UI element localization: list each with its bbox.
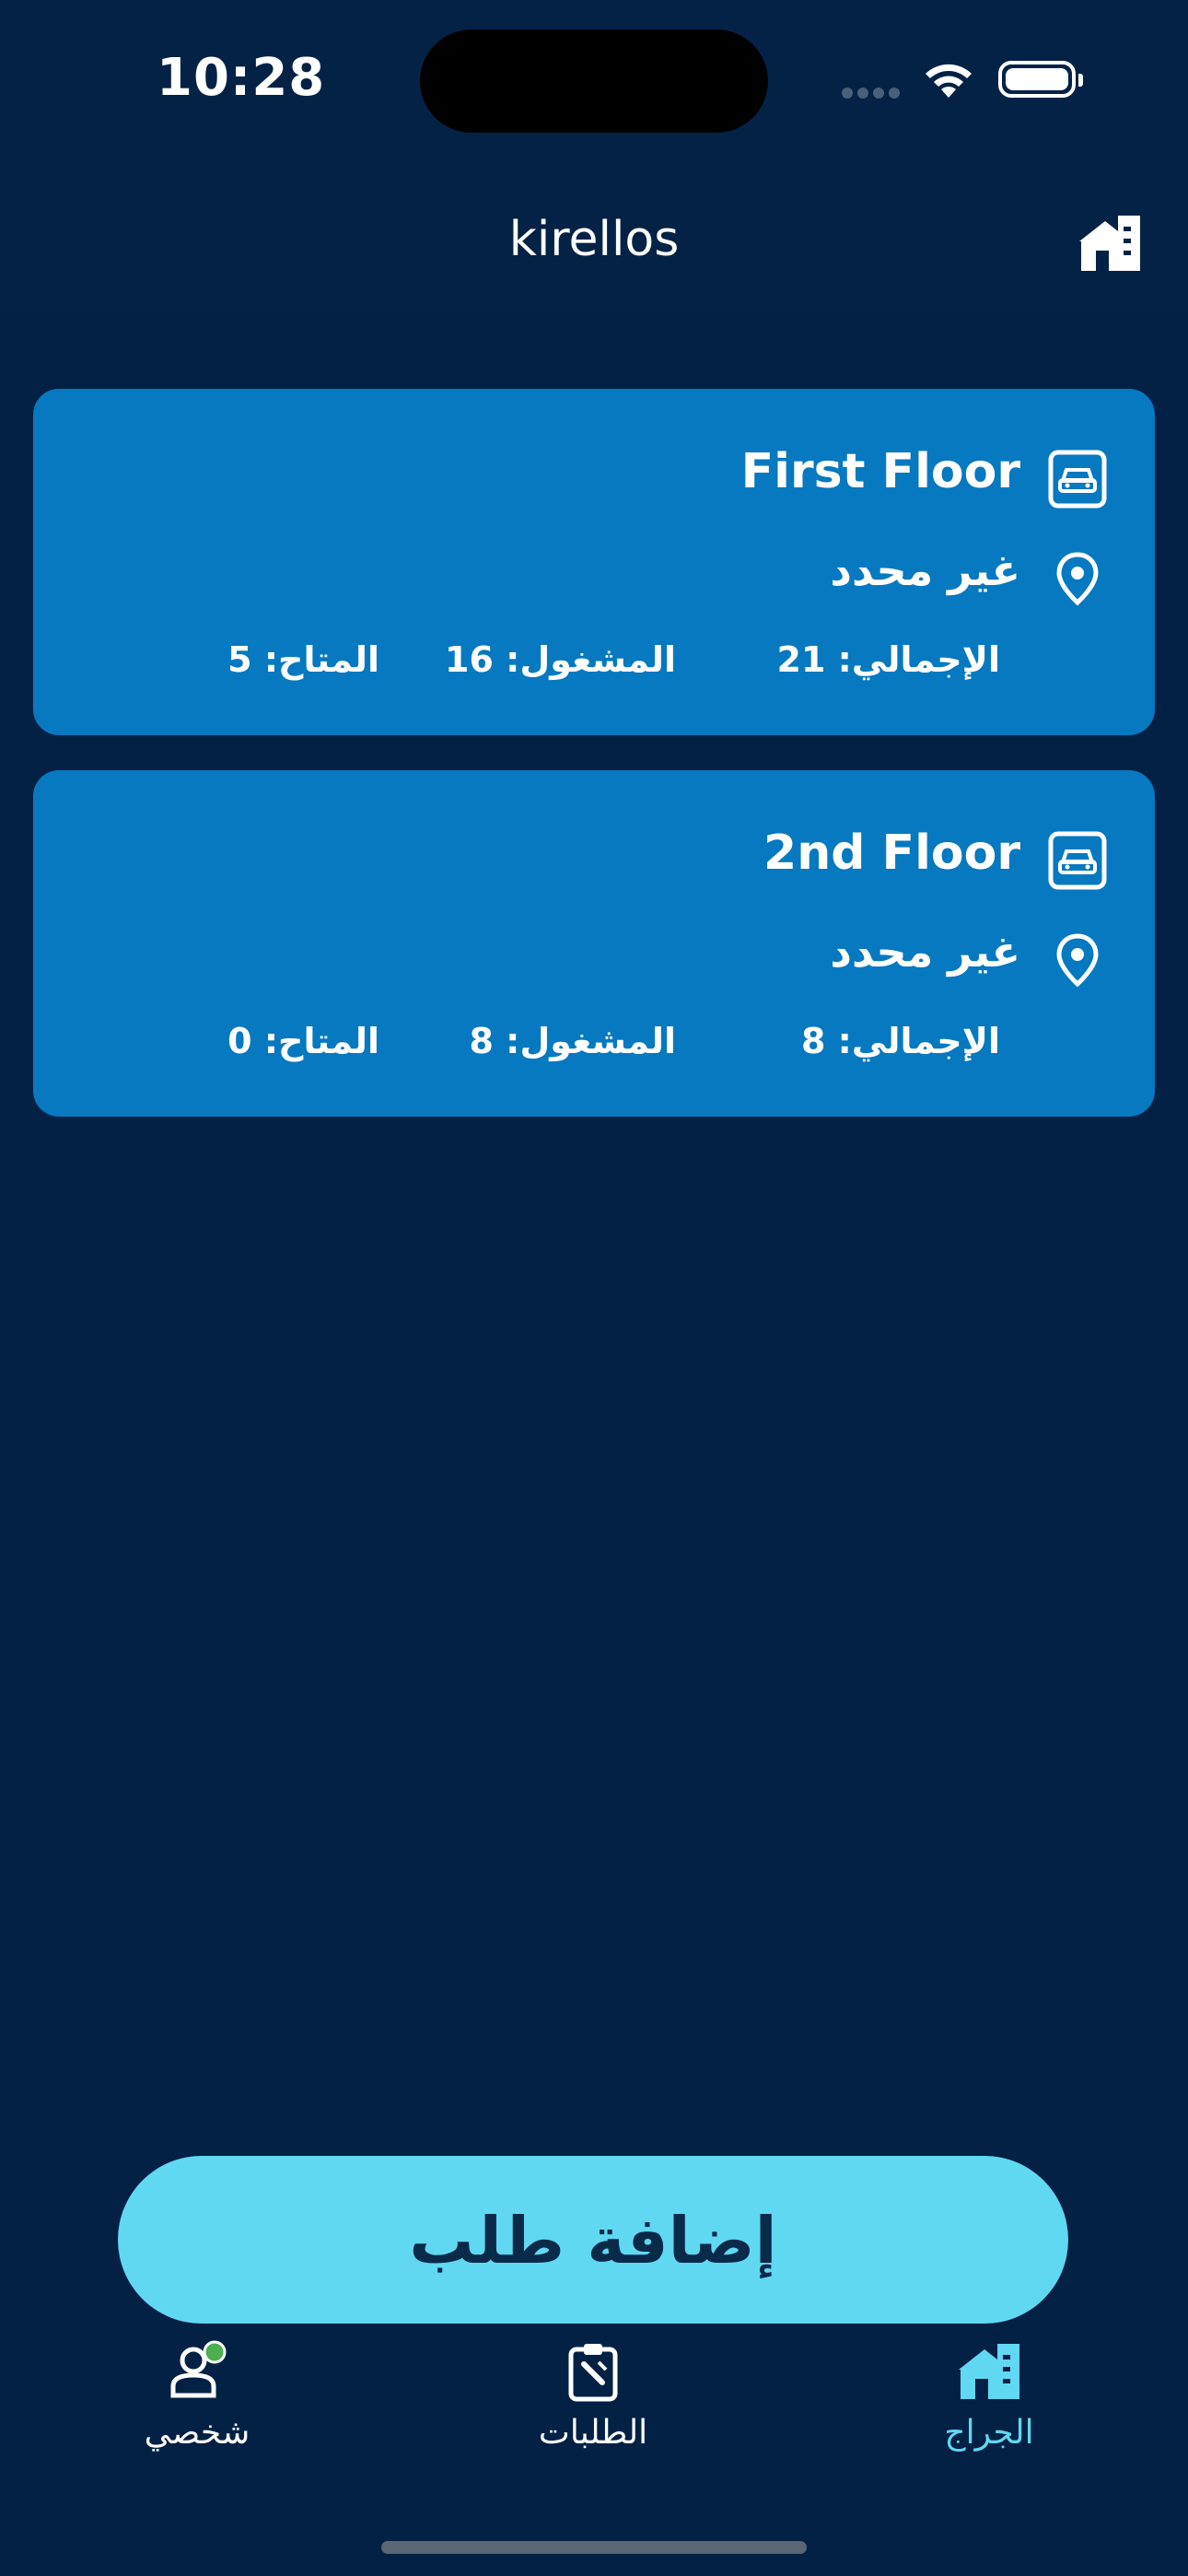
floor-name: First Floor [740,444,1020,499]
floor-stats: الإجمالي: 21 المشغول: 16 المتاح: 5 [33,639,1155,695]
garage-home-icon[interactable] [1077,214,1142,273]
status-time: 10:28 [157,48,326,108]
stat-available: المتاح: 0 [227,1021,379,1061]
floor-location: غير محدد [830,927,1020,977]
wifi-icon [926,64,972,98]
user-icon [170,2340,227,2398]
nav-label-garage: الجراج [944,2414,1034,2452]
status-bar: 10:28 [0,0,1188,166]
app-header: kirellos [0,166,1188,313]
garage-icon [1048,450,1107,509]
bottom-nav: شخصي الطلبات الجراج [0,2340,1188,2488]
stat-total: الإجمالي: 8 [800,1021,1000,1061]
stat-occupied: المشغول: 16 [445,639,676,680]
location-pin-icon [1056,933,1099,988]
stat-occupied: المشغول: 8 [469,1021,676,1061]
floor-stats: الإجمالي: 8 المشغول: 8 المتاح: 0 [33,1021,1155,1076]
add-request-button[interactable]: إضافة طلب [118,2156,1068,2324]
floor-card[interactable]: First Floor غير محدد الإجمالي: 21 المشغو… [33,389,1155,735]
location-pin-icon [1056,552,1099,606]
floor-card[interactable]: 2nd Floor غير محدد الإجمالي: 8 المشغول: … [33,770,1155,1117]
stat-total: الإجمالي: 21 [776,639,1000,680]
dynamic-island [420,29,768,133]
home-indicator[interactable] [381,2541,807,2554]
floor-location: غير محدد [830,545,1020,595]
nav-label-requests: الطلبات [538,2414,648,2452]
page-title: kirellos [508,212,680,267]
nav-item-profile[interactable]: شخصي [77,2340,317,2452]
floor-name: 2nd Floor [763,825,1020,881]
battery-icon [998,61,1083,98]
stat-available: المتاح: 5 [227,639,379,680]
nav-item-garage[interactable]: الجراج [869,2340,1109,2452]
cellular-signal-icon [842,85,906,99]
nav-item-requests[interactable]: الطلبات [473,2340,713,2452]
nav-label-profile: شخصي [144,2414,250,2452]
garage-icon [959,2344,1019,2399]
clipboard-icon [568,2344,618,2402]
garage-icon [1048,831,1107,890]
